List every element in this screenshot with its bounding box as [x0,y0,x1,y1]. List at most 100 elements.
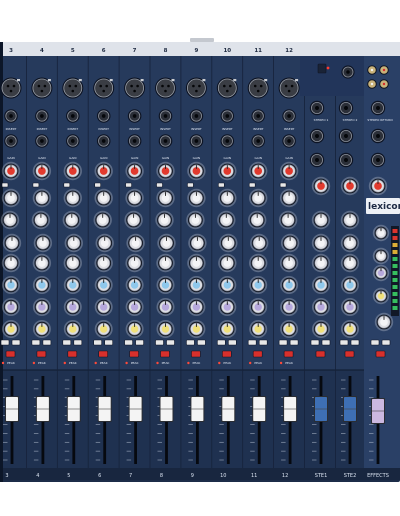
line-input-jack-11-hole [256,114,261,118]
pfl-button-11[interactable] [252,350,263,358]
stereo-pfl-button-1[interactable] [315,350,326,358]
channel-number-8: 8 [164,48,168,54]
meter-led [392,236,398,240]
xlr-input-6[interactable] [94,78,114,98]
peak-led-11 [249,361,252,365]
xlr-input-10-pin [229,84,232,88]
pre-button-9[interactable] [186,339,195,346]
phantom-power-switch[interactable] [317,63,327,74]
line-input-jack-8-hole [163,114,168,118]
mute-button-10[interactable] [228,339,237,346]
pre-button-8[interactable] [155,339,164,346]
hpf-button-12[interactable] [279,182,287,188]
xlr-input-10[interactable] [217,78,237,98]
xlr-input-9[interactable] [186,78,206,98]
channel-number-9: 9 [194,48,198,54]
pre-button-11[interactable] [247,339,257,346]
peak-led-4 [32,361,36,365]
rca-center [370,68,374,72]
mute-button-11[interactable] [258,339,268,346]
xlr-input-7[interactable] [125,78,145,98]
insert-label: INSERT [37,127,48,131]
mute-button-7[interactable] [135,339,144,346]
meter-led [392,299,398,303]
peak-led-7 [125,361,128,365]
pfl-button-9[interactable] [191,350,201,358]
channel-number-4: 4 [40,48,44,54]
xlr-input-11-latch [264,79,268,82]
stereo-pfl-button-2[interactable] [344,350,355,358]
mute-button-5[interactable] [73,339,83,346]
xlr-input-5[interactable] [63,78,83,98]
mute-button-12[interactable] [289,339,299,346]
pfl-button-10[interactable] [222,350,232,358]
fx-pfl-button[interactable] [375,350,386,358]
channel-number-7: 7 [133,48,137,54]
meter-led [392,292,398,296]
mute-button-4[interactable] [42,339,52,346]
xlr-input-10-latch [233,79,237,82]
hpf-button-6[interactable] [94,182,101,188]
stereo-mute-button-2[interactable] [350,339,360,346]
pfl-button-7[interactable] [129,350,139,358]
mixing-console: 3 INSERT GAIN PEAK 3 4 INSERT GAIN PEAK 4 5 INSERT G… [0,0,400,516]
insert-jack-9-hole [194,139,199,143]
pfl-button-6[interactable] [98,350,108,358]
hpf-button-4[interactable] [32,182,40,188]
fx-pre-button[interactable] [381,339,391,346]
pre-button-3[interactable] [0,339,10,346]
mute-button-6[interactable] [104,339,113,346]
xlr-input-12-pin [290,84,294,88]
gain-label: GAIN [7,156,15,160]
peak-led-10 [218,361,221,365]
top-handle [190,38,214,42]
hpf-button-7[interactable] [125,182,132,188]
hpf-button-10[interactable] [218,182,225,188]
pfl-button-12[interactable] [283,350,294,358]
hpf-button-3[interactable] [1,182,9,188]
pre-button-10[interactable] [217,339,226,346]
xlr-input-11[interactable] [248,78,268,98]
xlr-input-3[interactable] [1,78,21,98]
xlr-input-4-pin [37,84,41,88]
xlr-input-12[interactable] [279,78,299,98]
pre-button-6[interactable] [93,339,102,346]
hpf-button-9[interactable] [187,182,194,188]
pfl-button-4[interactable] [36,350,47,358]
gain-label: GAIN [131,156,139,160]
xlr-input-8-latch [171,79,175,82]
xlr-input-4[interactable] [32,78,52,98]
peak-label: PEAK [162,361,171,365]
xlr-input-8-pin [161,84,164,88]
pre-button-12[interactable] [278,339,288,346]
mute-button-8[interactable] [166,339,175,346]
line-input-jack-4-hole [40,114,44,118]
pre-button-7[interactable] [124,339,133,346]
meter-led [392,264,398,268]
fx-mute-button[interactable] [370,339,380,346]
pfl-button-8[interactable] [160,350,170,358]
pfl-button-5[interactable] [67,350,78,358]
stereo-pre-button-2[interactable] [339,339,349,346]
xlr-input-4-pin [43,84,47,88]
hpf-button-11[interactable] [248,182,256,188]
pfl-button-3[interactable] [5,350,16,358]
pre-button-5[interactable] [62,339,72,346]
pre-button-4[interactable] [31,339,41,346]
channel-bottom-label-4: 4 [36,473,39,479]
xlr-input-8-pin [164,89,167,93]
effects-return-right-jack-hole [376,134,380,138]
hpf-button-5[interactable] [63,182,71,188]
xlr-input-8[interactable] [156,78,175,98]
stereo-mute-button-1[interactable] [321,339,331,346]
mute-button-3[interactable] [11,339,21,346]
line-input-jack-3-hole [9,114,13,118]
hpf-button-8[interactable] [156,182,163,188]
xlr-input-11-pin [256,89,260,93]
mute-button-9[interactable] [197,339,206,346]
stereo-pre-button-1[interactable] [310,339,320,346]
xlr-input-12-pin [284,84,288,88]
usb-tape-jack-hole [346,70,350,74]
meter-led [392,285,398,289]
insert-label: INSERT [129,127,140,131]
